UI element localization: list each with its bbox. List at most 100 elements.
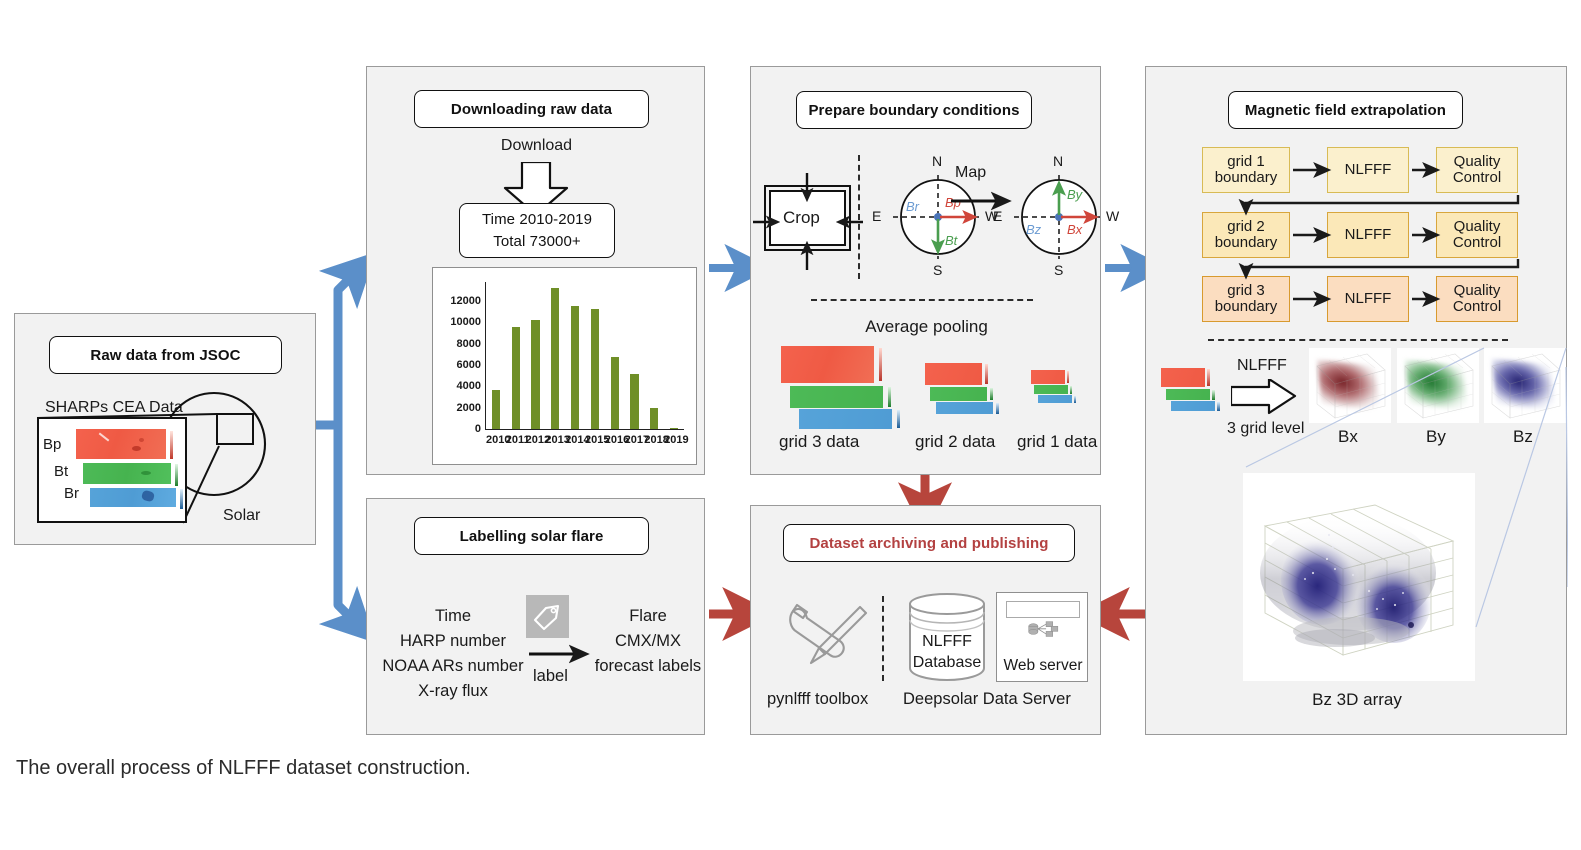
- panel-downloading-title: Downloading raw data: [414, 90, 649, 128]
- y-axis-tick: 8000: [456, 337, 481, 350]
- web-server-label: Web server: [1003, 657, 1083, 674]
- y-axis-tick: 12000: [450, 295, 481, 308]
- grid2-data-label: grid 2 data: [915, 432, 996, 451]
- panel-archiving-title: Dataset archiving and publishing: [783, 524, 1075, 562]
- download-total-count: Total 73000+: [493, 232, 581, 250]
- panel-boundary-conditions-title: Prepare boundary conditions: [796, 91, 1032, 129]
- mini-sharps-grid2: [919, 363, 1009, 418]
- download-time-range: Time 2010-2019: [481, 210, 593, 228]
- panel-downloading: Downloading raw data Download Time 2010-…: [366, 66, 705, 475]
- compass-right-north: N: [1053, 153, 1064, 169]
- panel-boundary-conditions: Prepare boundary conditions Crop N S E W…: [750, 66, 1119, 475]
- mini-sharps-grid3: [771, 346, 900, 430]
- blue-fork-arrow: [311, 251, 377, 644]
- component-label-br: Br: [64, 485, 79, 502]
- sharps-strip-bt: [83, 463, 171, 484]
- bar-2013: [551, 287, 560, 429]
- map-label: Map: [955, 164, 987, 181]
- y-axis-tick: 2000: [456, 401, 481, 414]
- compass-right-by: By: [1067, 187, 1083, 202]
- labelling-outputs: Flare CMX/MX forecast labels: [589, 604, 707, 679]
- labelling-input-time: Time: [434, 607, 472, 625]
- sharps-strip-br: [90, 488, 176, 507]
- labelling-input-harp: HARP number: [399, 632, 507, 651]
- x-axis-tick: 2019: [664, 434, 689, 446]
- labelling-output-forecast: forecast labels: [594, 657, 702, 676]
- x-axis-tick: 2016: [604, 434, 630, 446]
- bar-2014: [570, 305, 580, 429]
- compass-right: N S E W By Bz Bx: [993, 149, 1124, 284]
- bar-2010: [491, 390, 501, 429]
- bar-2019: [669, 427, 679, 429]
- label-arrow-icon: [529, 644, 590, 664]
- x-axis-tick: 2018: [644, 434, 669, 446]
- y-axis-tick: 0: [474, 423, 481, 435]
- colorbar-br: [180, 489, 183, 509]
- labelling-input-noaa: NOAA ARs number: [382, 657, 524, 676]
- solar-label: Solar: [223, 507, 261, 524]
- compass-left-north: N: [932, 153, 943, 169]
- bar-2015: [590, 309, 600, 429]
- boundary-vertical-divider: [858, 155, 860, 279]
- tag-icon: [526, 595, 569, 638]
- yearly-count-bar-chart: 0 2000 4000 6000 8000 10000 12000 2010 2011 2012…: [432, 267, 697, 465]
- panel-archiving: Dataset archiving and publishing pynlfff…: [750, 505, 1101, 735]
- panel-labelling: Labelling solar flare Time HARP number N…: [366, 498, 705, 735]
- compass-right-bz: Bz: [1026, 222, 1042, 237]
- component-label-bt: Bt: [54, 463, 69, 480]
- x-axis-tick: 2010: [486, 434, 511, 446]
- x-axis-tick: 2015: [585, 434, 610, 446]
- compass-right-south: S: [1054, 262, 1064, 278]
- database-icon: NLFFF Database: [906, 592, 988, 682]
- compass-left-south: S: [933, 262, 943, 278]
- database-label-line2: Database: [912, 653, 982, 671]
- bar-2018: [650, 408, 659, 429]
- crop-inward-arrows-icon: [753, 173, 863, 270]
- compass-right-east: E: [993, 208, 1003, 224]
- panel-extrapolation: Magnetic field extrapolation grid 1 boun…: [1145, 66, 1568, 735]
- average-pooling-label: Average pooling: [865, 317, 988, 336]
- figure-canvas: Raw data from JSOC SHARPs CEA Data Solar: [0, 0, 1581, 850]
- grid3-data-label: grid 3 data: [779, 432, 860, 451]
- boundary-horizontal-divider: [811, 299, 1033, 301]
- database-label-line1: NLFFF: [922, 633, 972, 650]
- x-axis-tick: 2017: [624, 434, 650, 446]
- labelling-output-flare: Flare: [629, 607, 667, 625]
- panel-labelling-title: Labelling solar flare: [414, 517, 649, 555]
- mini-sharps-grid1: [1027, 370, 1089, 408]
- bz-3d-array-label: Bz 3D array: [1312, 690, 1402, 709]
- x-axis-tick: 2012: [525, 434, 551, 446]
- y-axis-tick: 6000: [456, 359, 481, 372]
- chart-plot-area: 0 2000 4000 6000 8000 10000 12000 2010 2011 2012…: [450, 282, 689, 446]
- bar-2011: [511, 327, 520, 429]
- x-axis-tick: 2013: [545, 434, 570, 446]
- web-server-icon: Web server: [996, 592, 1088, 682]
- bz-3d-array-view: [1243, 473, 1475, 681]
- figure-caption: The overall process of NLFFF dataset con…: [16, 757, 471, 779]
- sharps-thumbnail-box: Bp Bt Br: [37, 417, 187, 523]
- compass-right-west: W: [1106, 208, 1120, 224]
- download-label: Download: [500, 137, 573, 154]
- x-axis-tick: 2011: [505, 434, 530, 446]
- download-total-box: Time 2010-2019 Total 73000+: [459, 203, 615, 258]
- bar-2016: [610, 356, 619, 429]
- component-label-bp: Bp: [43, 436, 62, 453]
- labelling-input-xray: X-ray flux: [418, 682, 488, 701]
- panel-raw-data: Raw data from JSOC SHARPs CEA Data Solar: [14, 313, 316, 545]
- compass-left-br: Br: [906, 199, 919, 214]
- y-axis-tick: 10000: [450, 316, 481, 329]
- x-axis-tick: 2014: [565, 434, 590, 446]
- data-server-label: Deepsolar Data Server: [903, 690, 1071, 708]
- bar-2012: [531, 320, 540, 429]
- compass-right-bx: Bx: [1067, 222, 1083, 237]
- toolbox-icon: [781, 593, 873, 683]
- labelling-inputs: Time HARP number NOAA ARs number X-ray f…: [373, 604, 533, 704]
- compass-left-bt: Bt: [945, 233, 958, 248]
- archiving-divider: [882, 596, 884, 681]
- colorbar-bp: [170, 431, 173, 459]
- labelling-output-cmx: CMX/MX: [615, 632, 681, 651]
- sharps-strip-bp: [76, 429, 166, 459]
- colorbar-bt: [175, 464, 178, 486]
- bar-2017: [630, 373, 639, 429]
- toolbox-label: pynlfff toolbox: [767, 690, 869, 708]
